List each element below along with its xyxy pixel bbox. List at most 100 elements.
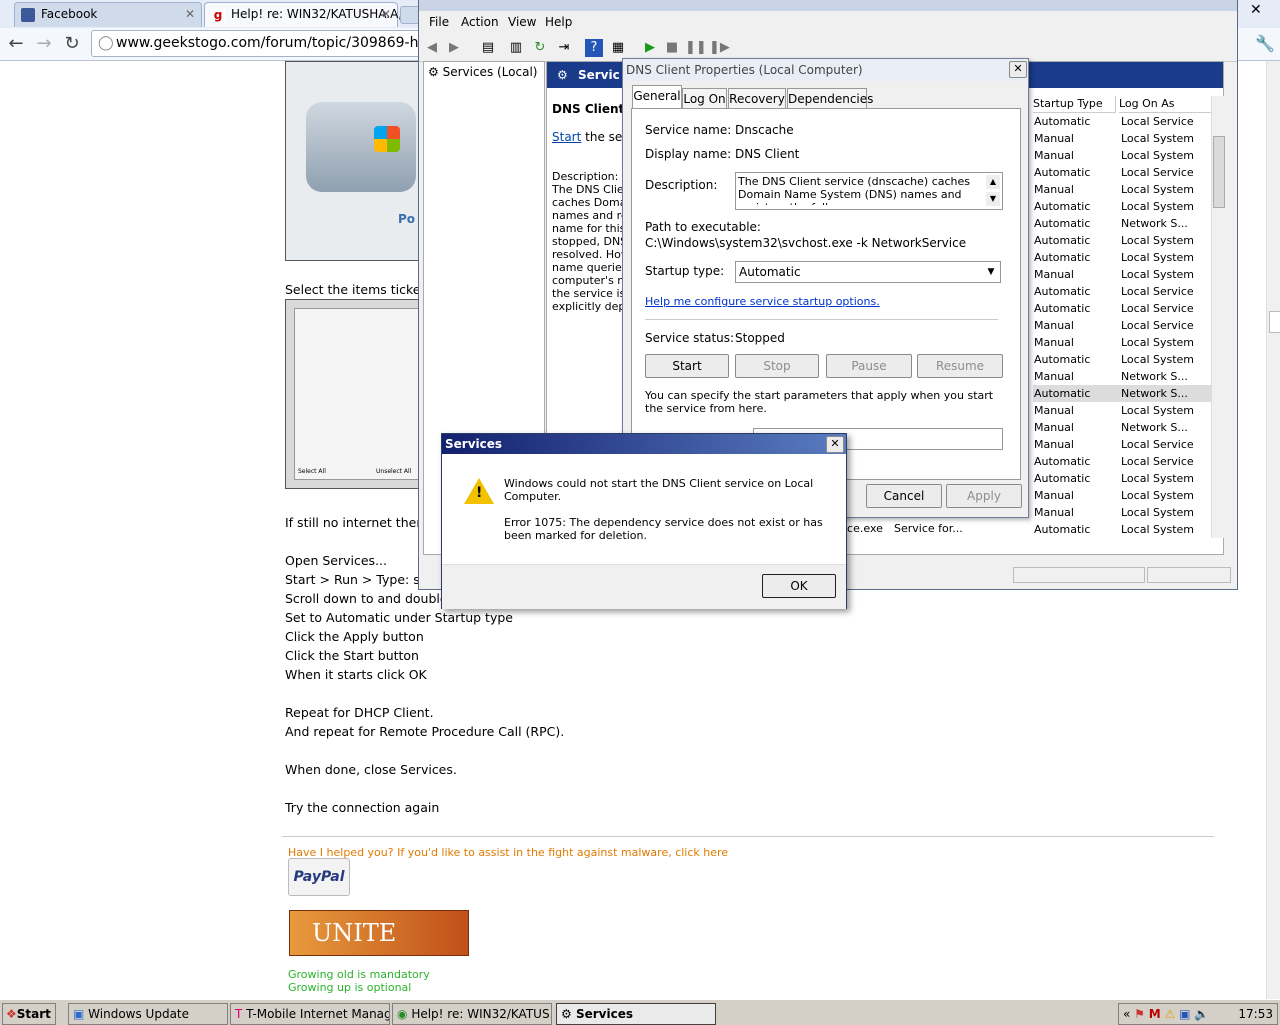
menu-help[interactable]: Help [545, 15, 572, 29]
export-icon[interactable]: ⇥ [555, 39, 573, 57]
service-row[interactable]: Manual Local System [1033, 266, 1211, 283]
menu-action[interactable]: Action [461, 15, 499, 29]
ok-button[interactable]: OK [762, 574, 836, 598]
monitor-icon[interactable]: ▣ [1179, 1007, 1190, 1021]
service-row[interactable]: Manual Local System [1033, 181, 1211, 198]
tree-item-services-local[interactable]: ⚙ Services (Local) [428, 65, 537, 79]
alert-icon[interactable]: ⚠ [1165, 1007, 1176, 1021]
startup-type-cell: Automatic [1034, 115, 1091, 128]
service-row[interactable]: Manual Local System [1033, 402, 1211, 419]
service-row[interactable]: Automatic Local Service [1033, 113, 1211, 130]
tab-recovery[interactable]: Recovery [728, 88, 786, 109]
close-button[interactable]: ✕ [826, 436, 844, 453]
start-button[interactable]: Start [645, 354, 729, 378]
show-tree-icon[interactable]: ▤ [479, 39, 497, 57]
tab-dependencies[interactable]: Dependencies [787, 88, 873, 109]
pause-button[interactable]: Pause [826, 354, 912, 378]
service-row[interactable]: Automatic Local System [1033, 470, 1211, 487]
startup-type-cell: Automatic [1034, 285, 1091, 298]
help-configure-link[interactable]: Help me configure service startup option… [645, 295, 880, 308]
tab-facebook[interactable]: Facebook ✕ [14, 2, 202, 27]
close-tab-icon[interactable]: ✕ [185, 3, 195, 25]
service-row[interactable]: Automatic Local System [1033, 249, 1211, 266]
restart-icon[interactable]: ❚▶ [709, 39, 730, 57]
help-icon[interactable]: ? [585, 39, 603, 57]
column-header-log-on-as[interactable]: Log On As [1119, 96, 1211, 113]
list-scrollbar[interactable] [1211, 96, 1225, 538]
service-row[interactable]: Automatic Local System [1033, 198, 1211, 215]
close-button[interactable]: ✕ [1009, 61, 1027, 78]
window-close-icon[interactable]: ✕ [1250, 2, 1262, 18]
service-row[interactable]: Manual Network S... [1033, 419, 1211, 436]
startup-type-select[interactable]: Automatic ▼ [735, 261, 1001, 283]
service-row[interactable]: Manual Local System [1033, 487, 1211, 504]
service-row[interactable]: Automatic Local System [1033, 521, 1211, 538]
column-header-startup-type[interactable]: Startup Type [1033, 96, 1116, 113]
taskbar-item-services[interactable]: ⚙ Services [556, 1003, 716, 1025]
service-row[interactable]: Automatic Network S... [1033, 215, 1211, 232]
service-row[interactable]: Automatic Local System [1033, 351, 1211, 368]
cancel-button[interactable]: Cancel [866, 484, 942, 508]
resume-button[interactable]: Resume [917, 354, 1003, 378]
tab-log-on[interactable]: Log On [682, 88, 727, 109]
desc-line: the service is c [552, 287, 624, 300]
chevron-down-icon[interactable]: ▼ [983, 263, 999, 281]
mail-icon[interactable]: M [1149, 1007, 1161, 1021]
service-row[interactable]: Manual Local System [1033, 504, 1211, 521]
back-icon[interactable]: ← [4, 32, 28, 56]
scrollbar-thumb[interactable] [1269, 311, 1280, 333]
clock[interactable]: 17:53 [1238, 1004, 1273, 1024]
log-on-as-cell: Local System [1121, 489, 1195, 502]
chevron-left-icon[interactable]: « [1123, 1007, 1130, 1021]
taskbar-item-windows-update[interactable]: ▣ Windows Update [68, 1003, 228, 1025]
taskbar-item-tmobile[interactable]: T T-Mobile Internet Manager [230, 1003, 390, 1025]
service-row[interactable]: Automatic Local System [1033, 232, 1211, 249]
service-row[interactable]: Manual Local System [1033, 334, 1211, 351]
back-icon[interactable]: ◀ [423, 39, 441, 57]
tab-general[interactable]: General [632, 85, 682, 110]
service-row[interactable]: Automatic Local Service [1033, 283, 1211, 300]
reload-icon[interactable]: ↻ [60, 32, 84, 56]
taskbar-item-chrome[interactable]: ◉ Help! re: WIN32/KATUS... [392, 1003, 552, 1025]
play-icon[interactable]: ▶ [641, 39, 659, 57]
description-box[interactable]: The DNS Client service (dnscache) caches… [735, 172, 1003, 210]
console-icon[interactable]: ▦ [609, 39, 627, 57]
service-row[interactable]: Manual Network S... [1033, 368, 1211, 385]
service-row[interactable]: Manual Local System [1033, 130, 1211, 147]
start-button[interactable]: ❖Start [2, 1003, 56, 1025]
select-all-button: Select All [298, 468, 326, 475]
address-bar[interactable]: ◯ www.geekstogo.com/forum/topic/309869-h… [91, 30, 459, 57]
start-service-link[interactable]: Start [552, 130, 581, 144]
new-tab-button[interactable] [400, 6, 420, 24]
service-row[interactable]: Automatic Local Service [1033, 453, 1211, 470]
scroll-down-icon[interactable]: ▼ [986, 192, 1000, 206]
page-scrollbar[interactable] [1266, 61, 1280, 999]
network-icon[interactable]: ⚑ [1134, 1007, 1145, 1021]
stop-icon[interactable]: ■ [663, 39, 681, 57]
service-row[interactable]: Automatic Local Service [1033, 300, 1211, 317]
unite-banner[interactable]: UNITE [289, 910, 469, 956]
service-row[interactable]: Automatic Local Service [1033, 164, 1211, 181]
apply-button[interactable]: Apply [946, 484, 1022, 508]
volume-icon[interactable]: 🔈 [1194, 1007, 1209, 1021]
wrench-icon[interactable]: 🔧 [1255, 34, 1275, 53]
menu-view[interactable]: View [508, 15, 536, 29]
close-tab-icon[interactable]: ✕ [381, 3, 391, 25]
service-row[interactable]: Manual Local Service [1033, 436, 1211, 453]
service-row[interactable]: Automatic Network S... [1033, 385, 1211, 402]
menu-file[interactable]: File [429, 15, 449, 29]
stop-button[interactable]: Stop [735, 354, 819, 378]
helped-link[interactable]: Have I helped you? If you'd like to assi… [288, 846, 728, 859]
properties-icon[interactable]: ▥ [507, 39, 525, 57]
forward-icon[interactable]: → [32, 32, 56, 56]
service-row[interactable]: Manual Local System [1033, 147, 1211, 164]
scroll-up-icon[interactable]: ▲ [986, 175, 1000, 189]
pause-icon[interactable]: ❚❚ [685, 39, 707, 57]
paypal-button[interactable]: PayPal [288, 858, 350, 896]
refresh-icon[interactable]: ↻ [531, 39, 549, 57]
service-row[interactable]: Manual Local Service [1033, 317, 1211, 334]
list-scrollbar-thumb[interactable] [1213, 136, 1225, 208]
tab-geekstogo[interactable]: g Help! re: WIN32/KATUSHA.A, ✕ [204, 2, 402, 27]
start-params-text: You can specify the start parameters tha… [645, 389, 994, 415]
forward-icon[interactable]: ▶ [445, 39, 463, 57]
